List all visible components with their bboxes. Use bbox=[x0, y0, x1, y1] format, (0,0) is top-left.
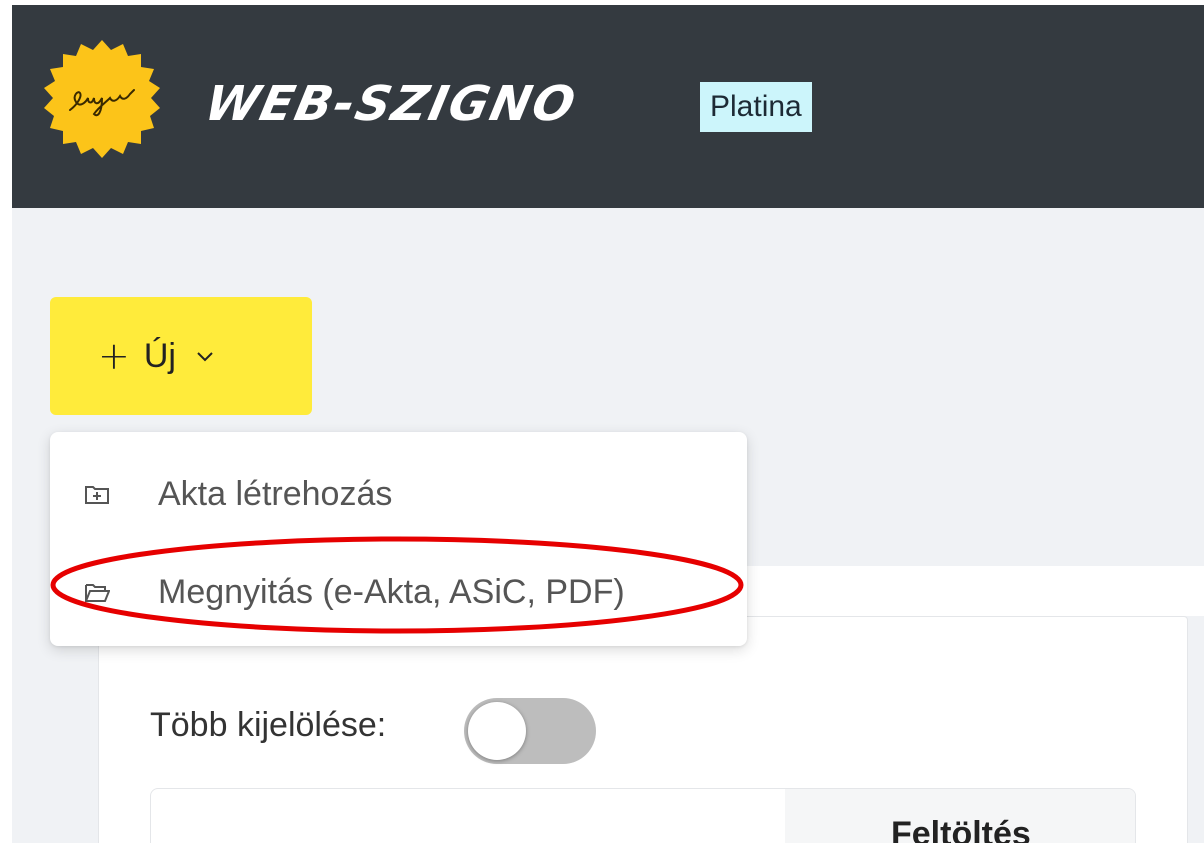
menu-item-create-dossier[interactable]: Akta létrehozás bbox=[50, 466, 747, 522]
seal-icon bbox=[44, 40, 160, 158]
edition-badge: Platina bbox=[700, 82, 812, 132]
multi-select-separator: : bbox=[376, 706, 387, 744]
top-header-bar bbox=[12, 5, 1204, 208]
new-button[interactable]: + Új bbox=[50, 297, 312, 415]
multi-select-label: Több kijelölése: bbox=[150, 706, 386, 745]
table-header-overlay: Feltöltés bbox=[150, 788, 1136, 843]
menu-item-open-file[interactable]: Megnyitás (e-Akta, ASiC, PDF) bbox=[50, 564, 747, 620]
plus-icon: + bbox=[98, 334, 130, 378]
app-window: WEB-SZIGNO Platina Több kijelölése: Felt… bbox=[0, 0, 1204, 843]
new-button-label: Új bbox=[143, 336, 176, 375]
multi-select-toggle[interactable] bbox=[464, 698, 596, 764]
multi-select-label-text: Több kijelölése bbox=[150, 706, 377, 744]
left-margin bbox=[0, 0, 12, 843]
folder-open-icon bbox=[85, 584, 110, 602]
chevron-down-icon bbox=[197, 352, 213, 362]
toggle-knob bbox=[468, 702, 526, 760]
new-dropdown-menu: Akta létrehozás Megnyitás (e-Akta, ASiC,… bbox=[50, 432, 747, 646]
szigno-logo-seal[interactable] bbox=[40, 38, 164, 162]
app-name: WEB-SZIGNO bbox=[200, 76, 582, 132]
menu-item-label: Akta létrehozás bbox=[158, 474, 393, 513]
column-header-upload[interactable]: Feltöltés bbox=[891, 815, 1031, 843]
folder-plus-icon bbox=[85, 486, 109, 504]
menu-item-label: Megnyitás (e-Akta, ASiC, PDF) bbox=[158, 572, 625, 611]
